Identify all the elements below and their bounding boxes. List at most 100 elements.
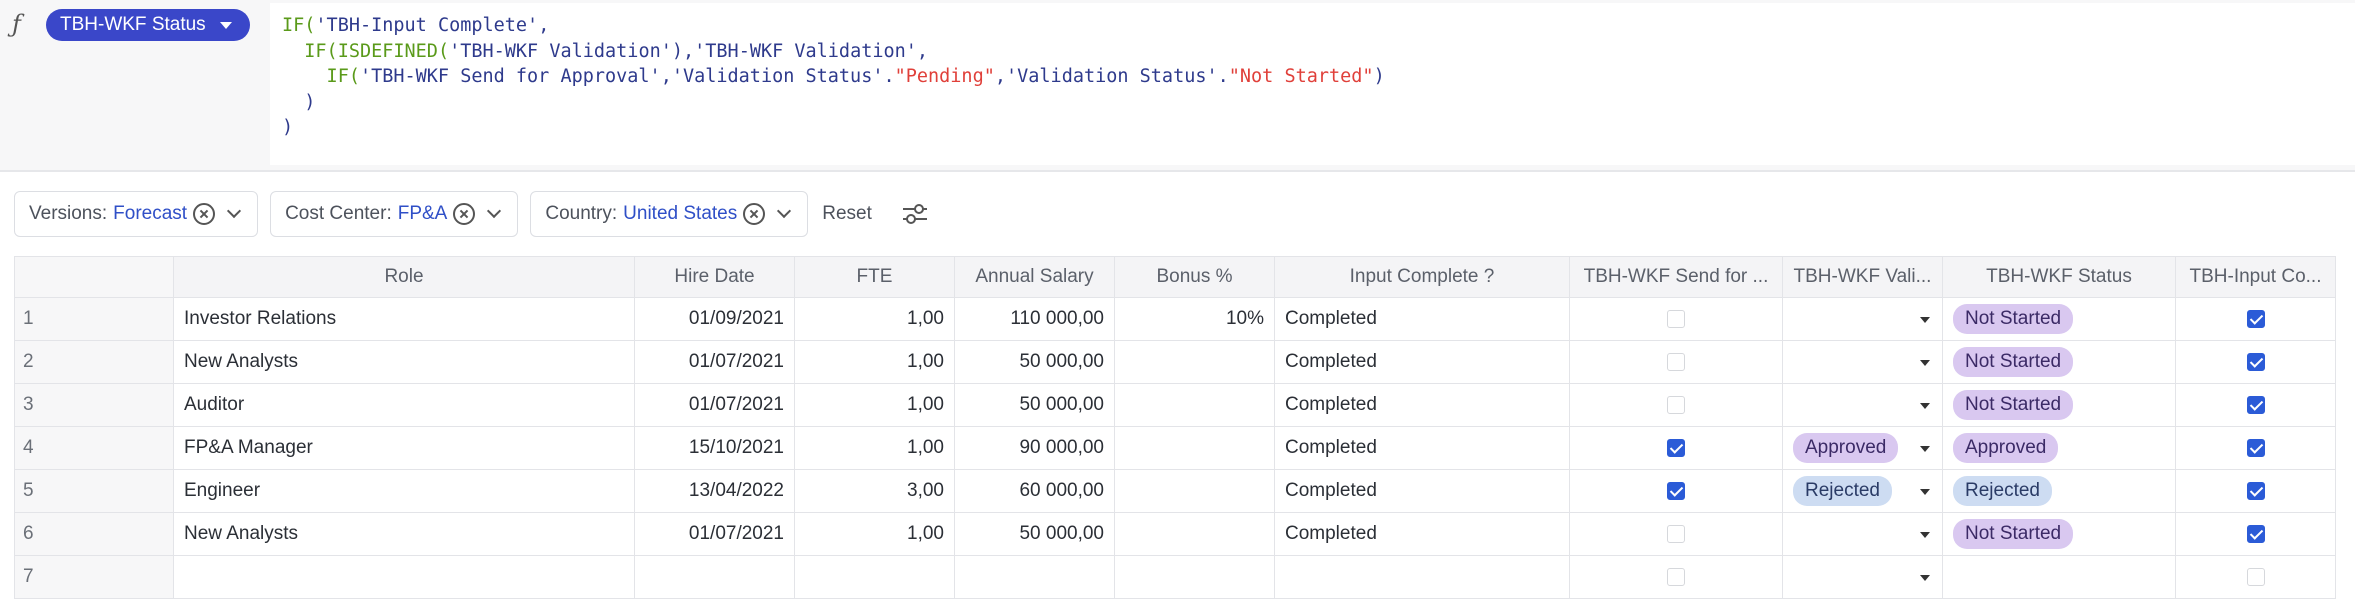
- caret-down-icon[interactable]: [1920, 575, 1930, 581]
- cell-annual-salary[interactable]: 90 000,00: [954, 426, 1115, 470]
- cell-bonus[interactable]: [1114, 426, 1275, 470]
- caret-down-icon[interactable]: [1920, 317, 1930, 323]
- chevron-down-icon[interactable]: [777, 203, 792, 219]
- formula-token: ): [282, 117, 294, 138]
- column-header[interactable]: Input Complete ?: [1274, 256, 1570, 298]
- cell-status: Not Started: [1942, 383, 2176, 427]
- checkbox[interactable]: [2246, 524, 2265, 543]
- cell-role[interactable]: [173, 555, 635, 599]
- cell-annual-salary[interactable]: 50 000,00: [954, 512, 1115, 556]
- cell-annual-salary[interactable]: 60 000,00: [954, 469, 1115, 513]
- cell-hire-date[interactable]: 01/07/2021: [634, 340, 795, 384]
- clear-icon[interactable]: [193, 203, 216, 225]
- cell-annual-salary[interactable]: 50 000,00: [954, 340, 1115, 384]
- checkbox[interactable]: [2246, 352, 2265, 371]
- filter-versions[interactable]: Versions: Forecast: [14, 191, 259, 237]
- cell-input-complete[interactable]: Completed: [1274, 340, 1570, 384]
- caret-down-icon[interactable]: [1920, 532, 1930, 538]
- column-header[interactable]: Bonus %: [1114, 256, 1275, 298]
- column-header[interactable]: TBH-Input Co...: [2175, 256, 2336, 298]
- cell-bonus[interactable]: [1114, 340, 1275, 384]
- cell-role[interactable]: FP&A Manager: [173, 426, 635, 470]
- cell-bonus[interactable]: [1114, 383, 1275, 427]
- cell-validation[interactable]: Rejected: [1782, 469, 1943, 513]
- filter-country[interactable]: Country: United States: [530, 191, 809, 237]
- cell-input-complete[interactable]: Completed: [1274, 512, 1570, 556]
- checkbox[interactable]: [1667, 395, 1685, 414]
- cell-validation[interactable]: [1782, 383, 1943, 427]
- checkbox[interactable]: [1667, 567, 1685, 586]
- cell-role[interactable]: Investor Relations: [173, 297, 635, 341]
- chevron-down-icon[interactable]: [487, 203, 502, 219]
- column-header[interactable]: Hire Date: [634, 256, 795, 298]
- cell-input-complete[interactable]: Completed: [1274, 469, 1570, 513]
- cell-role[interactable]: Engineer: [173, 469, 635, 513]
- cell-hire-date[interactable]: [634, 555, 795, 599]
- column-header[interactable]: Role: [173, 256, 635, 298]
- cell-hire-date[interactable]: 13/04/2022: [634, 469, 795, 513]
- cell-fte[interactable]: 1,00: [794, 297, 955, 341]
- chevron-down-icon[interactable]: [227, 203, 242, 219]
- cell-fte[interactable]: 1,00: [794, 340, 955, 384]
- checkbox[interactable]: [1667, 309, 1685, 328]
- cell-fte[interactable]: 1,00: [794, 512, 955, 556]
- cell-bonus[interactable]: 10%: [1114, 297, 1275, 341]
- checkbox[interactable]: [2246, 309, 2265, 328]
- cell-validation[interactable]: Approved: [1782, 426, 1943, 470]
- cell-fte[interactable]: 1,00: [794, 383, 955, 427]
- formula-editor[interactable]: IF('TBH-Input Complete', IF(ISDEFINED('T…: [270, 3, 2355, 165]
- checkbox[interactable]: [1667, 438, 1685, 457]
- filter-cost-center[interactable]: Cost Center: FP&A: [270, 191, 519, 237]
- cell-validation[interactable]: [1782, 340, 1943, 384]
- cell-validation[interactable]: [1782, 555, 1943, 599]
- cell-validation[interactable]: [1782, 512, 1943, 556]
- column-header[interactable]: FTE: [794, 256, 955, 298]
- checkbox[interactable]: [1667, 481, 1685, 500]
- reset-button[interactable]: Reset: [822, 203, 872, 225]
- checkbox[interactable]: [2246, 481, 2265, 500]
- caret-down-icon[interactable]: [1920, 360, 1930, 366]
- cell-hire-date[interactable]: 01/07/2021: [634, 512, 795, 556]
- formula-token: .: [883, 66, 895, 87]
- cell-annual-salary[interactable]: [954, 555, 1115, 599]
- clear-icon[interactable]: [453, 203, 476, 225]
- cell-fte[interactable]: [794, 555, 955, 599]
- checkbox[interactable]: [2246, 438, 2265, 457]
- formula-token: 'TBH-Input Complete': [315, 15, 539, 36]
- checkbox[interactable]: [2246, 567, 2265, 586]
- cell-input-complete[interactable]: Completed: [1274, 297, 1570, 341]
- column-header[interactable]: TBH-WKF Vali...: [1782, 256, 1943, 298]
- cell-bonus[interactable]: [1114, 469, 1275, 513]
- cell-hire-date[interactable]: 01/07/2021: [634, 383, 795, 427]
- caret-down-icon[interactable]: [1920, 489, 1930, 495]
- cell-bonus[interactable]: [1114, 512, 1275, 556]
- formula-line: IF('TBH-Input Complete',: [282, 13, 2343, 39]
- cell-fte[interactable]: 3,00: [794, 469, 955, 513]
- caret-down-icon[interactable]: [1920, 446, 1930, 452]
- checkbox[interactable]: [1667, 524, 1685, 543]
- cell-hire-date[interactable]: 01/09/2021: [634, 297, 795, 341]
- formula-bar: ƒ TBH-WKF Status IF('TBH-Input Complete'…: [0, 0, 2355, 170]
- cell-input-complete[interactable]: Completed: [1274, 383, 1570, 427]
- column-header[interactable]: [14, 256, 174, 298]
- cell-fte[interactable]: 1,00: [794, 426, 955, 470]
- sliders-icon[interactable]: [900, 199, 930, 229]
- checkbox[interactable]: [1667, 352, 1685, 371]
- cell-validation[interactable]: [1782, 297, 1943, 341]
- cell-input-complete[interactable]: [1274, 555, 1570, 599]
- caret-down-icon[interactable]: [1920, 403, 1930, 409]
- cell-bonus[interactable]: [1114, 555, 1275, 599]
- cell-role[interactable]: Auditor: [173, 383, 635, 427]
- cell-input-complete[interactable]: Completed: [1274, 426, 1570, 470]
- cell-annual-salary[interactable]: 50 000,00: [954, 383, 1115, 427]
- clear-icon[interactable]: [743, 203, 766, 225]
- checkbox[interactable]: [2246, 395, 2265, 414]
- cell-role[interactable]: New Analysts: [173, 512, 635, 556]
- column-selector[interactable]: TBH-WKF Status: [46, 9, 250, 41]
- column-header[interactable]: TBH-WKF Send for ...: [1569, 256, 1783, 298]
- cell-annual-salary[interactable]: 110 000,00: [954, 297, 1115, 341]
- column-header[interactable]: TBH-WKF Status: [1942, 256, 2176, 298]
- column-header[interactable]: Annual Salary: [954, 256, 1115, 298]
- cell-hire-date[interactable]: 15/10/2021: [634, 426, 795, 470]
- cell-role[interactable]: New Analysts: [173, 340, 635, 384]
